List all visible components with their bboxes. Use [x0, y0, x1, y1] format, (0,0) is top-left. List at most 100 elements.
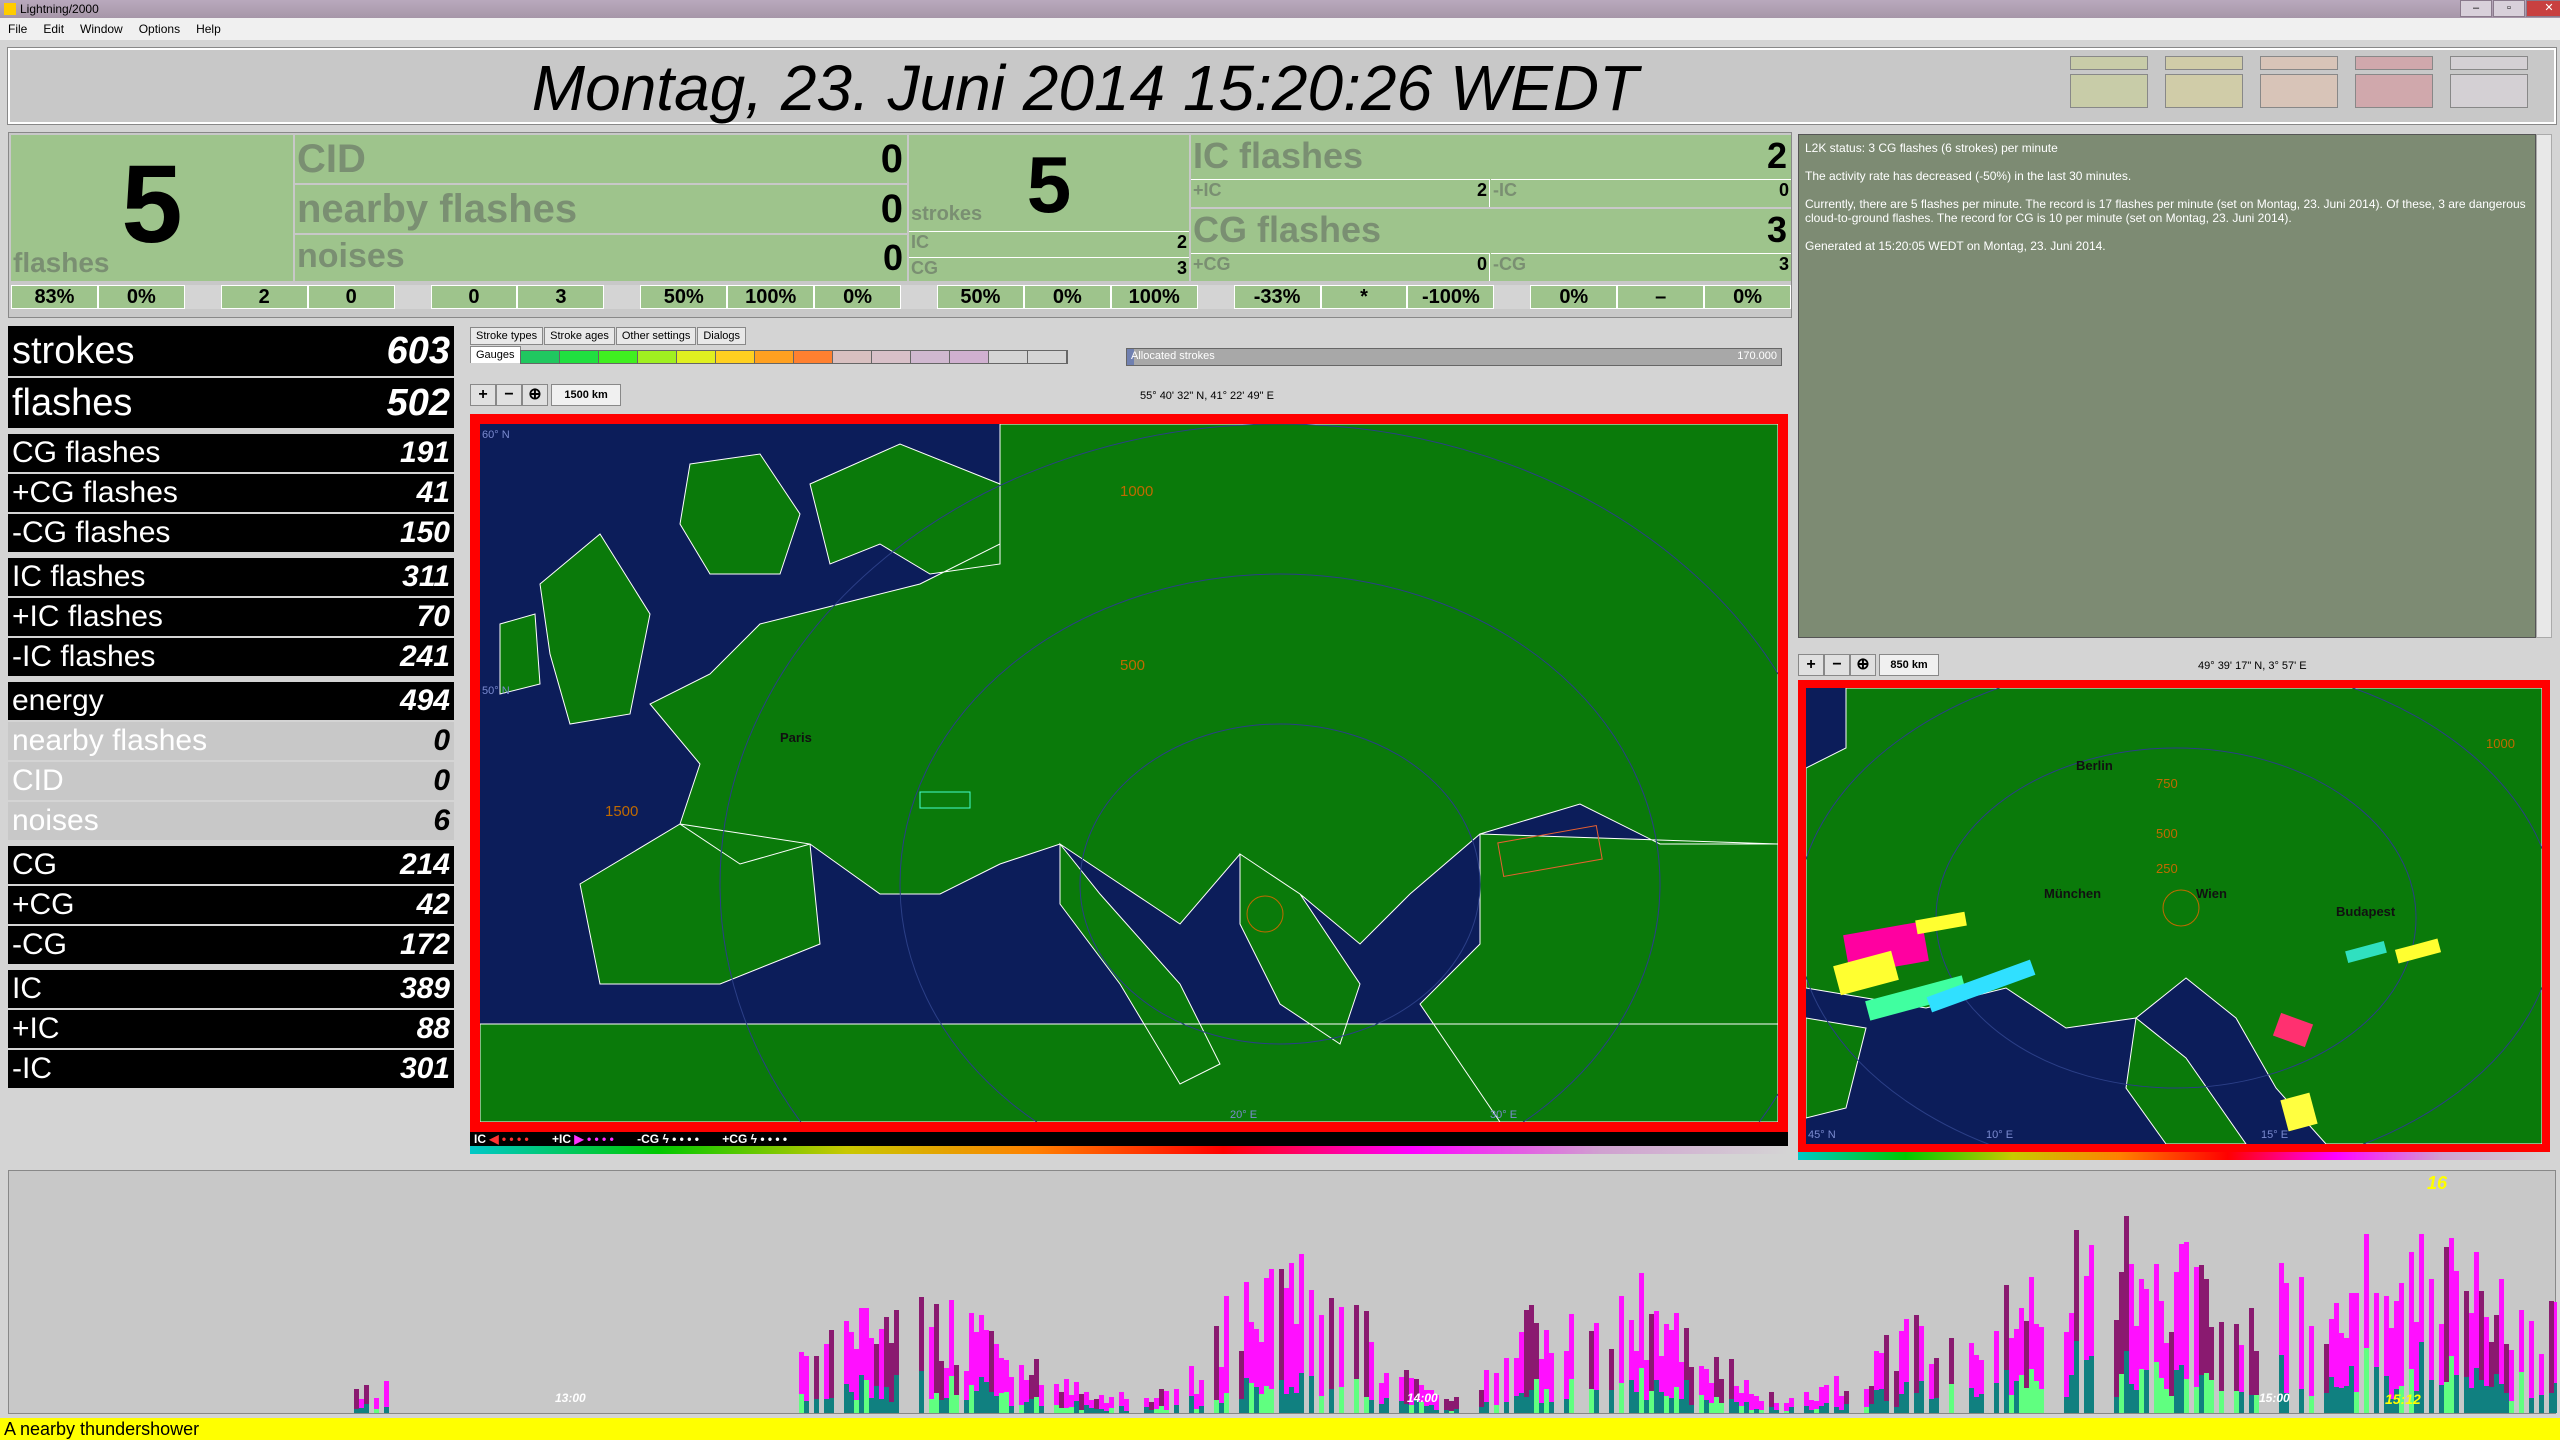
- alarm-lamp: [2355, 74, 2433, 108]
- history-bar-cg: [1679, 1399, 1684, 1413]
- city-label: Wien: [2196, 886, 2227, 901]
- percent-cell: 2: [220, 285, 308, 309]
- grid-label: 60° N: [482, 429, 510, 441]
- distance-label: 1000: [2486, 736, 2515, 751]
- percent-cell: *: [1320, 285, 1408, 309]
- small-recenter-button[interactable]: ⊕: [1850, 654, 1876, 676]
- menu-file[interactable]: File: [0, 18, 35, 40]
- history-bar-cg: [2334, 1387, 2339, 1413]
- allocated-strokes-label: Allocated strokes: [1131, 350, 1215, 362]
- history-bar-cg: [1034, 1397, 1039, 1413]
- history-bar-cg: [964, 1400, 969, 1413]
- history-bar-cg: [1994, 1383, 1999, 1413]
- history-bar-cg: [869, 1398, 874, 1413]
- city-label: Budapest: [2336, 904, 2396, 919]
- history-bar-cg: [2484, 1386, 2489, 1413]
- history-bar-cg: [1529, 1390, 1534, 1413]
- history-bar-ic: [2119, 1272, 2124, 1374]
- gauge-segment: [677, 351, 716, 363]
- recenter-button[interactable]: ⊕: [522, 384, 548, 406]
- gauge-segment: [599, 351, 638, 363]
- history-bar-ic: [1639, 1273, 1644, 1368]
- history-bar-ic: [364, 1385, 369, 1404]
- history-bar-ic: [1884, 1335, 1889, 1401]
- history-bar-ic: [2234, 1324, 2239, 1391]
- minimize-button[interactable]: –: [2460, 0, 2492, 17]
- history-bar-cg: [844, 1384, 849, 1413]
- history-bar-ic: [2339, 1333, 2344, 1388]
- history-bar-cg: [1024, 1402, 1029, 1413]
- stat-label: +CG: [12, 888, 75, 921]
- history-bar-ic: [2074, 1230, 2079, 1341]
- history-bar-ic: [2444, 1247, 2449, 1382]
- history-bar-ic: [844, 1321, 849, 1384]
- history-bar-cg: [2019, 1375, 2024, 1413]
- history-peak-label: 16: [2427, 1173, 2448, 1193]
- history-bar-ic: [1769, 1392, 1774, 1407]
- history-bar-cg: [999, 1393, 1004, 1413]
- history-bar-cg: [1149, 1410, 1154, 1413]
- history-bar-cg: [2159, 1378, 2164, 1413]
- history-bar-ic: [954, 1365, 959, 1395]
- small-zoom-out-button[interactable]: −: [1824, 654, 1850, 676]
- stat-label: CG flashes: [12, 436, 161, 469]
- ic-small-row: IC 2: [909, 231, 1189, 255]
- small-zoom-in-button[interactable]: +: [1798, 654, 1824, 676]
- menu-edit[interactable]: Edit: [35, 18, 72, 40]
- tab-stroke-ages[interactable]: Stroke ages: [544, 327, 615, 345]
- menu-options[interactable]: Options: [131, 18, 188, 40]
- tab-dialogs[interactable]: Dialogs: [697, 327, 747, 345]
- nearby-box: nearby flashes 0: [295, 185, 907, 233]
- history-bar-ic: [359, 1399, 364, 1408]
- tab-stroke-types[interactable]: Stroke types: [470, 327, 544, 345]
- history-bar-ic: [1284, 1288, 1289, 1394]
- history-bar-cg: [939, 1400, 944, 1413]
- history-bar-cg: [829, 1398, 834, 1413]
- history-bar-ic: [1364, 1311, 1369, 1397]
- cid-label: CID: [297, 137, 366, 181]
- history-bar-ic: [2129, 1264, 2134, 1384]
- history-bar-cg: [1019, 1405, 1024, 1413]
- gauge-segment: [989, 351, 1028, 363]
- history-bar-cg: [2179, 1365, 2184, 1413]
- close-button[interactable]: ✕: [2526, 0, 2560, 17]
- tab-gauges[interactable]: Gauges: [470, 346, 521, 363]
- status-text-scrollbar[interactable]: [2536, 134, 2552, 638]
- history-bar-cg: [1929, 1399, 1934, 1413]
- main-map-coords: 55° 40' 32" N, 41° 22' 49" E: [1140, 390, 1274, 402]
- legend-pcg-icon: ϟ • • • •: [747, 1132, 788, 1146]
- main-map[interactable]: Paris 1500 1000 500 60° N 50° N 20° E 30…: [470, 414, 1788, 1132]
- history-bar-ic: [1619, 1296, 1624, 1383]
- history-bar-ic: [1704, 1369, 1709, 1400]
- history-bar-ic: [1154, 1398, 1159, 1409]
- history-bar-ic: [2439, 1324, 2444, 1385]
- pcg-cell: +CG 0: [1191, 253, 1490, 281]
- history-bar-ic: [2554, 1302, 2559, 1383]
- history-bar-cg: [1619, 1383, 1624, 1413]
- history-bar-cg: [354, 1409, 359, 1413]
- small-map[interactable]: Berlin München Wien Budapest 500 750 250…: [1798, 680, 2550, 1152]
- history-bar-ic: [2349, 1293, 2354, 1366]
- ic-flashes-value: 2: [1766, 135, 1787, 176]
- history-bar-cg: [2024, 1388, 2029, 1413]
- tab-other-settings[interactable]: Other settings: [615, 327, 697, 345]
- history-bar-ic: [1224, 1296, 1229, 1393]
- history-bar-ic: [1384, 1373, 1389, 1398]
- maximize-button[interactable]: ▫: [2493, 0, 2525, 17]
- history-bar-cg: [2309, 1396, 2314, 1413]
- zoom-out-button[interactable]: −: [496, 384, 522, 406]
- history-bar-ic: [1319, 1315, 1324, 1396]
- history-bar-cg: [1119, 1406, 1124, 1413]
- history-bar-cg: [1659, 1392, 1664, 1413]
- history-bar-ic: [384, 1381, 389, 1407]
- history-bar-ic: [2019, 1308, 2024, 1375]
- menu-window[interactable]: Window: [72, 18, 131, 40]
- history-bar-ic: [1024, 1380, 1029, 1402]
- history-bar-cg: [2364, 1348, 2369, 1413]
- percent-cell: 50%: [640, 285, 728, 309]
- history-bar-cg: [2009, 1395, 2014, 1413]
- menu-help[interactable]: Help: [188, 18, 229, 40]
- zoom-in-button[interactable]: +: [470, 384, 496, 406]
- history-bar-cg: [1549, 1402, 1554, 1413]
- history-bar-cg: [1714, 1397, 1719, 1413]
